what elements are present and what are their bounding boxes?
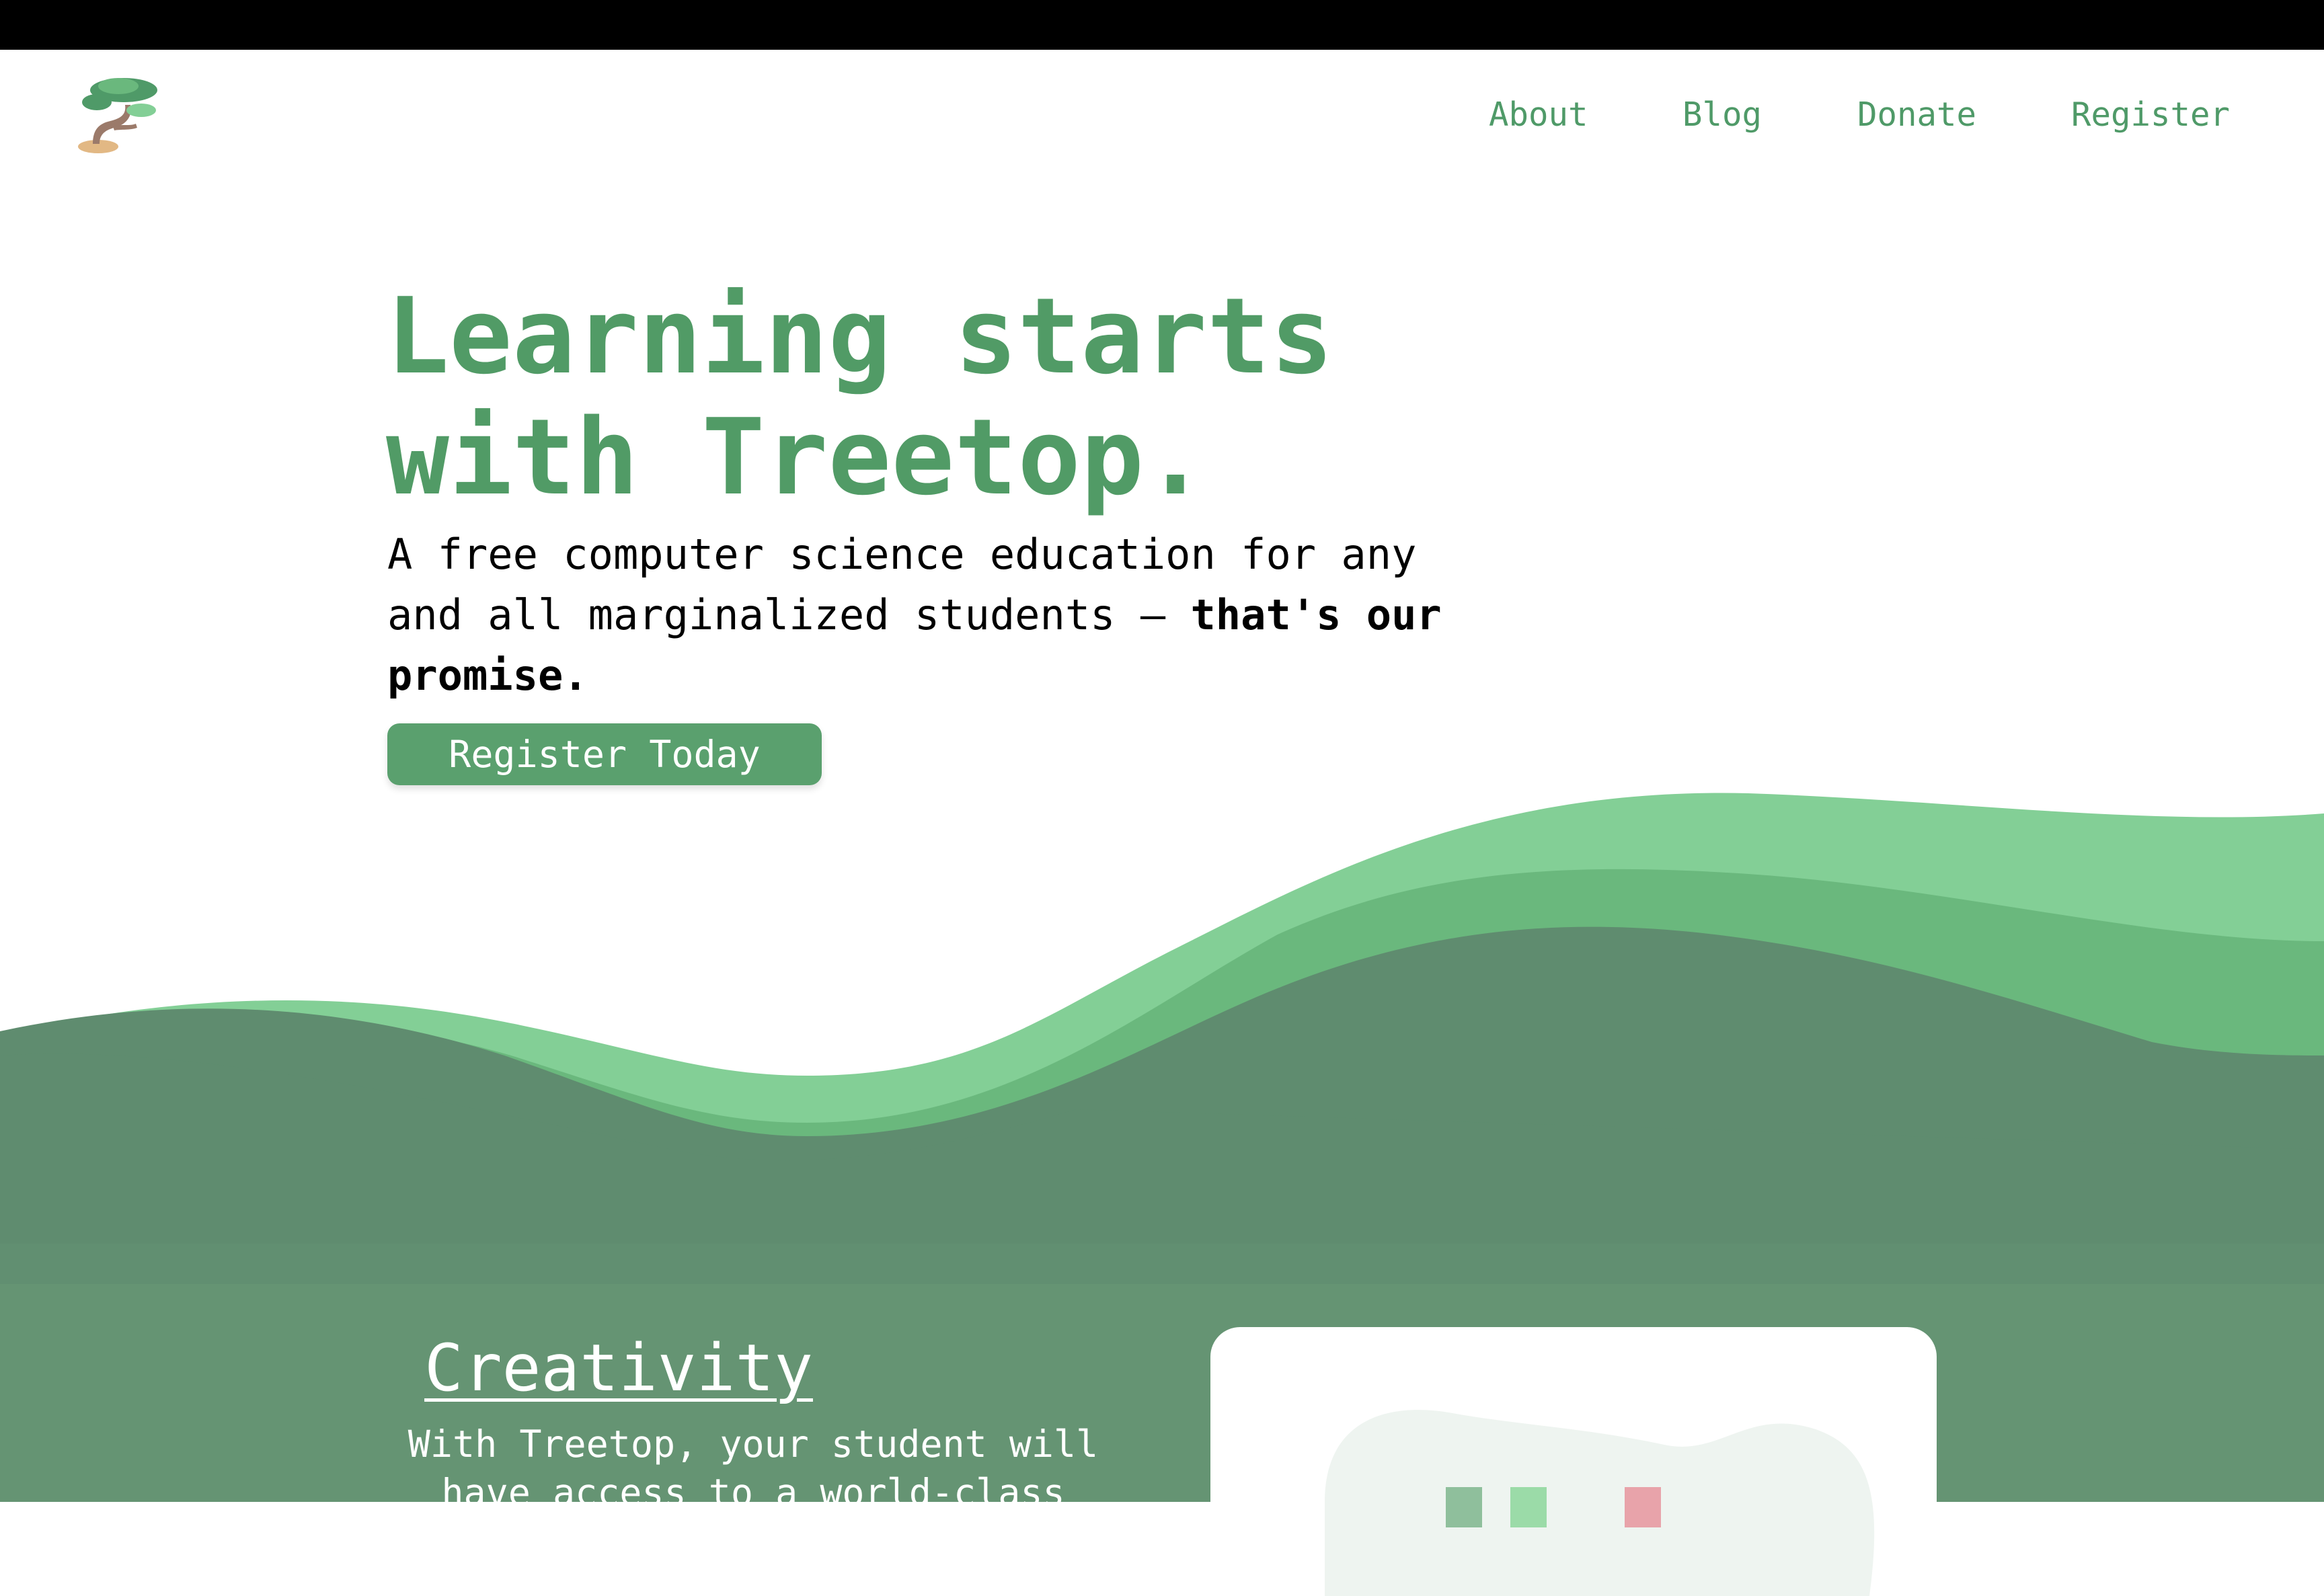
illustration-block-green [1446, 1487, 1482, 1527]
hero-title-line-1: Learning starts [386, 275, 1333, 397]
feature-title-creativity: Creativity [424, 1330, 813, 1406]
feature-description-line-2: have access to a world-class [441, 1471, 1065, 1514]
illustration-block-light-green [1510, 1487, 1547, 1527]
nav-blog-link[interactable]: Blog [1682, 93, 1762, 137]
decorative-waves [0, 793, 2324, 1502]
nav-donate-link[interactable]: Donate [1857, 93, 1976, 137]
illustration-block-pink [1625, 1487, 1661, 1527]
feature-illustration [1325, 1410, 1875, 1596]
hero-subtitle-emphasis: that's our [1190, 590, 1442, 639]
hero-subtitle-line-3: promise. [387, 645, 1436, 706]
hero-title-line-2: with Treetop. [386, 396, 1207, 518]
nav-about-link[interactable]: About [1489, 93, 1588, 137]
hero-subtitle-line-2: and all marginalized students – that's o… [387, 585, 1442, 645]
nav-register-link[interactable]: Register [2071, 93, 2230, 137]
hero-subtitle: A free computer science education for an… [387, 524, 1442, 706]
feature-description: With Treetop, your student will have acc… [377, 1420, 1130, 1517]
hero-subtitle-line-1: A free computer science education for an… [387, 530, 1417, 579]
hero-subtitle-line-2-text: and all marginalized students – [387, 590, 1191, 639]
main-nav: About Blog Donate Register [0, 93, 2324, 137]
feature-illustration-card [1210, 1327, 1937, 1596]
hero-subtitle-emphasis-end: promise. [387, 651, 588, 700]
hero-title: Learning starts with Treetop. [386, 276, 1395, 518]
feature-description-line-1: With Treetop, your student will [408, 1423, 1099, 1466]
top-black-bar [0, 0, 2324, 50]
